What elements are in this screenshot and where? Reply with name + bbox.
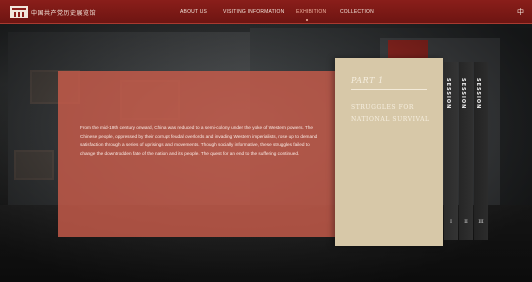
- intro-text-panel: From the mid-19th century onward, China …: [58, 71, 342, 237]
- nav-about-us[interactable]: ABOUT US: [180, 9, 207, 15]
- session-tab-1[interactable]: SESSION I: [444, 62, 458, 240]
- museum-building-icon: [10, 6, 28, 18]
- session-number: III: [478, 220, 484, 225]
- part-heading: PART 1: [351, 76, 384, 85]
- nav-collection[interactable]: COLLECTION: [340, 9, 374, 15]
- part-divider: [351, 89, 427, 90]
- intro-paragraph: From the mid-19th century onward, China …: [80, 125, 318, 156]
- session-label: SESSION: [460, 78, 466, 110]
- language-switch[interactable]: 中: [517, 7, 524, 17]
- top-navigation-bar: 中国共产党历史展览馆 ABOUT US VISITING INFORMATION…: [0, 0, 532, 24]
- nav-exhibition[interactable]: EXHIBITION: [296, 9, 326, 15]
- session-tab-3[interactable]: SESSION III: [474, 62, 488, 240]
- session-label: SESSION: [445, 78, 451, 110]
- logo-text: 中国共产党历史展览馆: [31, 9, 97, 17]
- part-card[interactable]: PART 1 STRUGGLES FOR NATIONAL SURVIVAL: [335, 58, 443, 246]
- museum-logo[interactable]: 中国共产党历史展览馆: [10, 5, 96, 19]
- session-label: SESSION: [475, 78, 481, 110]
- session-number: II: [464, 220, 468, 225]
- active-nav-indicator: [306, 19, 308, 21]
- part-title: STRUGGLES FOR NATIONAL SURVIVAL: [351, 104, 430, 123]
- nav-visiting-information[interactable]: VISITING INFORMATION: [223, 9, 284, 15]
- session-number: I: [450, 220, 452, 225]
- session-tab-2[interactable]: SESSION II: [459, 62, 473, 240]
